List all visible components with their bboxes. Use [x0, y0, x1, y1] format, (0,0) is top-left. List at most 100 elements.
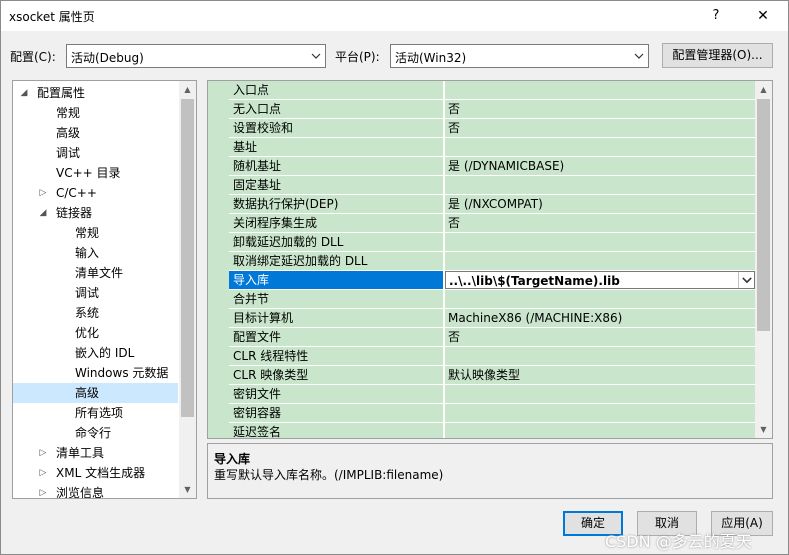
property-name: 固定基址 [229, 176, 444, 194]
tree-item-label: 常规 [56, 106, 81, 120]
grid-scrollbar[interactable]: ▲ ▼ [755, 81, 772, 438]
tree-item-label: 链接器 [56, 206, 93, 220]
tree-item[interactable]: 高级 [13, 383, 178, 403]
property-name: 数据执行保护(DEP) [229, 195, 444, 213]
tree-scrollbar[interactable]: ▲ ▼ [179, 81, 196, 498]
property-value: 否 [445, 214, 755, 232]
tree-item-label: 常规 [75, 226, 100, 240]
tree-item-label: 系统 [75, 306, 100, 320]
tree-item-label: 浏览信息 [56, 486, 105, 499]
tree-item[interactable]: 调试 [13, 283, 178, 303]
property-row[interactable]: 入口点 [229, 81, 755, 100]
collapsed-icon[interactable]: ▷ [38, 463, 48, 483]
property-value [445, 252, 755, 270]
tree-item[interactable]: 系统 [13, 303, 178, 323]
collapsed-icon[interactable]: ▷ [38, 443, 48, 463]
tree-item[interactable]: 常规 [13, 223, 178, 243]
property-value-text: MachineX86 (/MACHINE:X86) [448, 311, 623, 325]
window-title: xsocket 属性页 [9, 10, 95, 24]
tree-item-label: Windows 元数据 [75, 366, 169, 380]
property-row[interactable]: 随机基址是 (/DYNAMICBASE) [229, 157, 755, 176]
property-row[interactable]: CLR 线程特性 [229, 347, 755, 366]
property-value-text: 默认映像类型 [448, 368, 521, 382]
property-value: 否 [445, 100, 755, 118]
property-row[interactable]: 无入口点否 [229, 100, 755, 119]
property-row[interactable]: 数据执行保护(DEP) 是 (/NXCOMPAT) [229, 195, 755, 214]
tree-item-label: 高级 [56, 126, 81, 140]
tree-item[interactable]: ▷ C/C++ [13, 183, 178, 203]
tree-item[interactable]: 常规 [13, 103, 178, 123]
property-row[interactable]: 合并节 [229, 290, 755, 309]
property-row[interactable]: 设置校验和否 [229, 119, 755, 138]
tree-item-label: C/C++ [56, 186, 97, 200]
property-row[interactable]: 延迟签名 [229, 423, 755, 438]
grid-scroll-thumb[interactable] [757, 99, 770, 331]
property-name: 配置文件 [229, 328, 444, 346]
property-row[interactable]: 卸载延迟加载的 DLL [229, 233, 755, 252]
tree-item[interactable]: 高级 [13, 123, 178, 143]
close-button[interactable]: ✕ [743, 3, 783, 29]
property-name: 关闭程序集生成 [229, 214, 444, 232]
tree-item-label: 清单工具 [56, 446, 105, 460]
tree-item-label: 嵌入的 IDL [75, 346, 135, 360]
tree-item-label: 高级 [75, 386, 100, 400]
chevron-down-icon[interactable] [738, 272, 754, 288]
collapsed-icon[interactable]: ▷ [38, 183, 48, 203]
tree-item-label: 优化 [75, 326, 100, 340]
tree-item[interactable]: 调试 [13, 143, 178, 163]
property-row[interactable]: 基址 [229, 138, 755, 157]
description-text: 重写默认导入库名称。(/IMPLIB:filename) [214, 468, 444, 482]
expanded-icon[interactable]: ◢ [38, 203, 48, 223]
tree-item[interactable]: 嵌入的 IDL [13, 343, 178, 363]
property-tree[interactable]: ◢ 配置属性 常规 高级 调试 VC++ 目录 ▷ C/C++ ◢ 链接器 常规 输入 清单文件 调试 系统… [12, 80, 197, 499]
tree-item[interactable]: ◢ 链接器 [13, 203, 178, 223]
property-row[interactable]: 目标计算机 MachineX86 (/MACHINE:X86) [229, 309, 755, 328]
platform-select[interactable]: 活动(Win32) [390, 44, 649, 68]
property-row[interactable]: 关闭程序集生成否 [229, 214, 755, 233]
property-name: 随机基址 [229, 157, 444, 175]
property-row[interactable]: 密钥容器 [229, 404, 755, 423]
scroll-up-icon[interactable]: ▲ [179, 81, 196, 98]
scroll-up-icon[interactable]: ▲ [755, 81, 772, 98]
tree-item[interactable]: 输入 [13, 243, 178, 263]
tree-item[interactable]: ▷ 浏览信息 [13, 483, 178, 499]
expanded-icon[interactable]: ◢ [19, 83, 29, 103]
property-value: 默认映像类型 [445, 366, 755, 384]
configuration-manager-button[interactable]: 配置管理器(O)... [662, 43, 773, 68]
collapsed-icon[interactable]: ▷ [38, 483, 48, 498]
tree-item[interactable]: 命令行 [13, 423, 178, 443]
property-value-text: 是 (/NXCOMPAT) [448, 197, 543, 211]
tree-item[interactable]: 优化 [13, 323, 178, 343]
tree-item[interactable]: ◢ 配置属性 [13, 83, 178, 103]
watermark: CSDN @多云的夏天 [605, 532, 752, 551]
property-value [445, 385, 755, 403]
property-row[interactable]: CLR 映像类型 默认映像类型 [229, 366, 755, 385]
property-name: CLR 线程特性 [229, 347, 444, 365]
scroll-down-icon[interactable]: ▼ [179, 481, 196, 498]
property-row[interactable]: 固定基址 [229, 176, 755, 195]
tree-item[interactable]: 清单文件 [13, 263, 178, 283]
property-value-text: 否 [448, 102, 461, 116]
tree-item[interactable]: 所有选项 [13, 403, 178, 423]
property-value-input[interactable]: ..\..\lib\$(TargetName).lib [445, 271, 755, 289]
tree-item-label: VC++ 目录 [56, 166, 121, 180]
tree-item[interactable]: ▷ XML 文档生成器 [13, 463, 178, 483]
property-name: 设置校验和 [229, 119, 444, 137]
tree-item[interactable]: ▷ 清单工具 [13, 443, 178, 463]
property-name: 密钥容器 [229, 404, 444, 422]
scroll-down-icon[interactable]: ▼ [755, 421, 772, 438]
grid-gutter [208, 81, 229, 438]
platform-value: 活动(Win32) [395, 51, 467, 65]
tree-item[interactable]: Windows 元数据 [13, 363, 178, 383]
property-row[interactable]: 密钥文件 [229, 385, 755, 404]
help-button[interactable]: ? [701, 3, 731, 29]
tree-item[interactable]: VC++ 目录 [13, 163, 178, 183]
property-name: 卸载延迟加载的 DLL [229, 233, 444, 251]
property-row[interactable]: 配置文件否 [229, 328, 755, 347]
property-row[interactable]: 取消绑定延迟加载的 DLL [229, 252, 755, 271]
tree-scroll-thumb[interactable] [181, 99, 194, 417]
property-name: 延迟签名 [229, 423, 444, 438]
property-value: 否 [445, 119, 755, 137]
config-select[interactable]: 活动(Debug) [66, 44, 326, 68]
property-row[interactable]: 导入库 ..\..\lib\$(TargetName).lib [229, 271, 755, 290]
